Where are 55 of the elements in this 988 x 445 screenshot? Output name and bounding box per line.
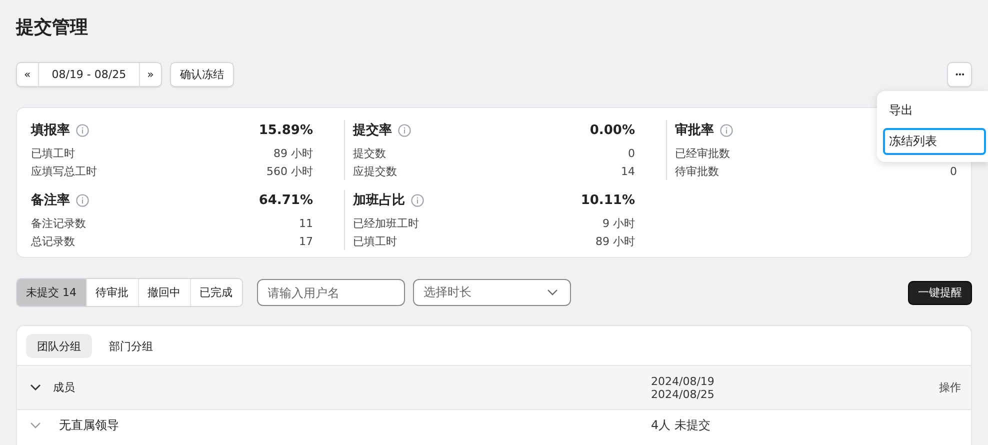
metric-label: 已经审批数 xyxy=(675,146,730,160)
info-icon[interactable] xyxy=(720,124,733,136)
metric-label: 应提交数 xyxy=(353,164,397,178)
column-header: 操作 xyxy=(939,381,961,394)
menu-item[interactable]: 冻结列表 xyxy=(883,128,986,155)
status-tab[interactable]: 未提交 14 xyxy=(17,279,86,306)
metric-value: 15.89% xyxy=(258,122,313,138)
column-header: 成员 xyxy=(53,380,75,395)
metric-label: 已经加班工时 xyxy=(353,216,419,230)
metric-label: 提交数 xyxy=(353,146,386,160)
username-search-field[interactable]: 请输入用户名 xyxy=(256,279,404,306)
metric-value: 89 小时 xyxy=(596,234,635,248)
menu-item[interactable]: 导出 xyxy=(883,97,986,124)
info-icon[interactable] xyxy=(398,124,411,136)
status-tab[interactable]: 已完成 xyxy=(190,279,242,306)
metric-value: 64.71% xyxy=(258,192,313,208)
metric-title: 审批率 xyxy=(675,122,714,139)
metric-value: 14 xyxy=(621,164,635,178)
metric-value: 89 小时 xyxy=(274,146,313,160)
metric-value: 0 xyxy=(950,164,957,178)
group-tab[interactable]: 团队分组 xyxy=(26,334,92,358)
metric-label: 应填写总工时 xyxy=(31,164,97,178)
info-icon[interactable] xyxy=(76,124,89,136)
confirm-freeze-button[interactable]: 确认冻结 xyxy=(170,62,234,87)
metric-label: 已填工时 xyxy=(31,146,75,160)
metric-title: 提交率 xyxy=(353,122,392,139)
metric-label: 备注记录数 xyxy=(31,216,86,230)
metric-value: 560 小时 xyxy=(266,164,313,178)
info-icon[interactable] xyxy=(76,194,89,206)
date-range: 08/19 - 08/25 xyxy=(38,63,140,86)
metric-value: 10.11% xyxy=(580,192,635,208)
metric-value: 9 小时 xyxy=(602,216,635,230)
next-week-button[interactable]: » xyxy=(140,63,161,86)
metric-title: 加班占比 xyxy=(353,192,405,209)
remind-all-button[interactable]: 一键提醒 xyxy=(908,280,972,304)
metric-title: 填报率 xyxy=(31,122,70,139)
group-name: 无直属领导 xyxy=(59,416,119,434)
metric-title: 备注率 xyxy=(31,192,70,209)
page-title: 提交管理 xyxy=(16,16,89,40)
metric-label: 总记录数 xyxy=(31,234,75,248)
info-icon[interactable] xyxy=(411,194,424,206)
duration-select[interactable]: 选择时长 xyxy=(412,279,570,306)
chevron-down-icon xyxy=(546,289,558,296)
previous-week-button[interactable]: « xyxy=(17,63,38,86)
metric-value: 11 xyxy=(299,216,313,230)
chevron-down-icon[interactable] xyxy=(30,384,41,391)
metric-value: 17 xyxy=(299,234,313,248)
group-tab[interactable]: 部门分组 xyxy=(98,334,164,358)
metric-value: 0.00% xyxy=(590,122,635,138)
column-header: 2024/08/19 xyxy=(651,374,716,388)
metric-label: 已填工时 xyxy=(353,234,397,248)
table-cell-text: 4人 未提交 xyxy=(651,416,712,434)
metric-label: 待审批数 xyxy=(675,164,719,178)
column-header: 2024/08/25 xyxy=(651,388,716,400)
metric-value: 0 xyxy=(628,146,635,160)
